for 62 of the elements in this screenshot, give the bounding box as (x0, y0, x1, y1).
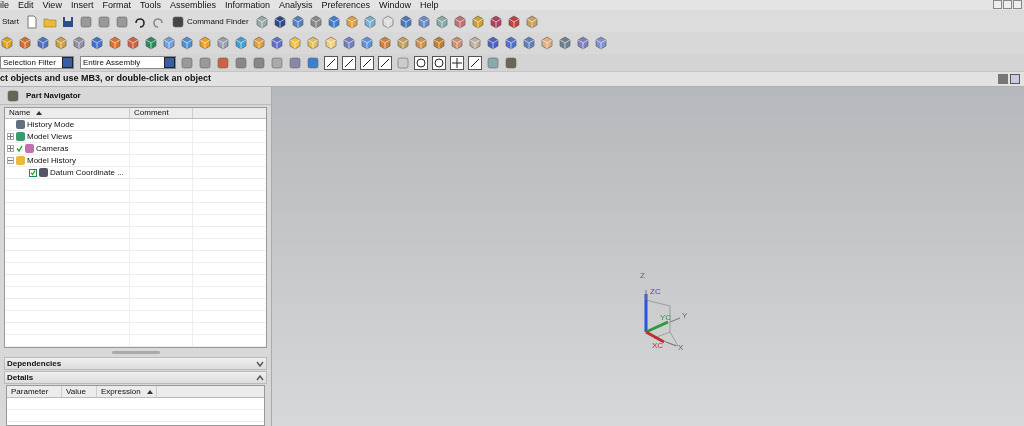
tree-item[interactable]: Model Views (27, 130, 73, 143)
column-header[interactable]: Parameter (7, 386, 62, 397)
expand-icon[interactable] (7, 145, 14, 152)
axis-label: X (678, 344, 684, 352)
column-header[interactable]: Comment (130, 108, 193, 118)
close-icon[interactable] (1013, 0, 1022, 9)
start-button[interactable]: Start (0, 16, 21, 28)
expand-icon[interactable] (256, 360, 264, 367)
panel-header[interactable]: Dependencies (4, 357, 267, 370)
tool-icon[interactable] (468, 55, 482, 70)
column-header[interactable]: Value (62, 386, 97, 397)
panel-title: Part Navigator (26, 89, 81, 102)
menu-item[interactable]: Analysis (279, 0, 313, 10)
undo-icon[interactable] (132, 15, 147, 29)
tree-item[interactable]: History Mode (27, 118, 75, 131)
tool-icon[interactable] (360, 55, 374, 70)
save-icon[interactable] (60, 15, 75, 29)
axis-label: YC (660, 314, 672, 322)
checkbox[interactable] (29, 168, 37, 177)
splitter-handle[interactable] (111, 351, 160, 354)
tool-icon[interactable] (324, 55, 338, 70)
panel-header[interactable]: Details (4, 371, 267, 384)
menu-item[interactable]: ile (0, 0, 9, 10)
menu-item[interactable]: Insert (70, 0, 94, 10)
coordinate-triad-drawing (644, 289, 681, 347)
tool-icon[interactable] (378, 55, 392, 70)
axis-label: ZC (650, 288, 661, 296)
command-finder-button[interactable]: Command Finder (168, 15, 251, 29)
checkmark-icon[interactable] (15, 144, 23, 153)
tool-icon[interactable] (272, 15, 287, 29)
menu-item[interactable]: View (42, 0, 62, 10)
new-file-icon[interactable] (24, 15, 39, 29)
expand-icon[interactable] (7, 133, 14, 140)
sort-ascending-icon (146, 389, 153, 394)
tree-item[interactable]: Model History (27, 154, 76, 167)
tool-icon[interactable] (450, 55, 464, 70)
restore-icon[interactable] (1003, 0, 1012, 9)
tree-item[interactable]: Cameras (36, 142, 69, 155)
menu-item[interactable]: Assemblies (169, 0, 216, 10)
tree-item[interactable]: Datum Coordinate ... (50, 166, 124, 179)
menu-item[interactable]: Tools (139, 0, 161, 10)
selection-filter-dropdown[interactable]: Selection Filter (0, 56, 74, 69)
prompt-text: ct objects and use MB3, or double-click an object (0, 72, 212, 86)
scope-dropdown[interactable]: Entire Assembly (80, 56, 176, 69)
column-header[interactable]: Name (5, 108, 130, 118)
menu-item[interactable]: Preferences (321, 0, 371, 10)
tool-icon[interactable] (432, 55, 446, 70)
sort-ascending-icon (36, 111, 43, 115)
menu-item[interactable]: Format (102, 0, 131, 10)
tool-icon[interactable] (414, 55, 428, 70)
menu-item[interactable]: Help (420, 0, 439, 10)
menu-item[interactable]: Information (224, 0, 270, 10)
menu-item[interactable]: Edit (18, 0, 34, 10)
collapse-icon[interactable] (256, 374, 264, 381)
menu-item[interactable]: Window (379, 0, 412, 10)
collapse-icon[interactable] (7, 157, 14, 164)
axis-label: Y (682, 312, 688, 320)
minimize-icon[interactable] (993, 0, 1002, 9)
axis-label: XC (652, 342, 664, 350)
column-header[interactable]: Expression (97, 386, 157, 397)
tool-icon[interactable] (342, 55, 356, 70)
axis-label: Z (640, 272, 645, 280)
